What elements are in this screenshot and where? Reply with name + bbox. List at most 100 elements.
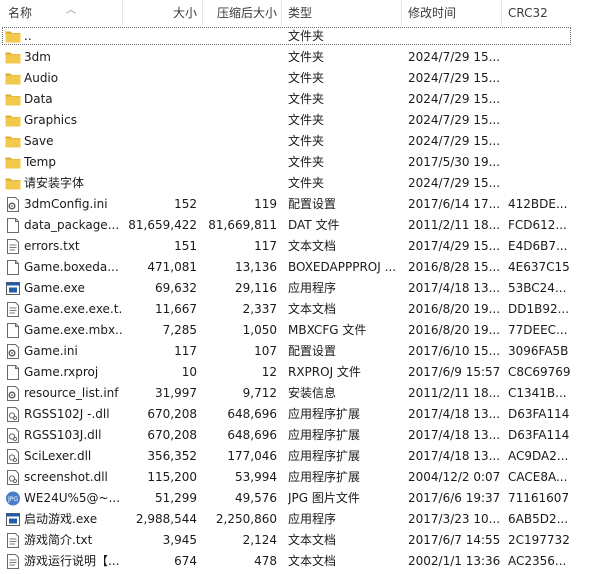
file-modified: 2024/7/29 15...: [408, 71, 500, 85]
file-row[interactable]: Game.rxproj 10 12 RXPROJ 文件 2017/6/9 15:57 C8…: [0, 362, 599, 383]
file-crc: D63FA114: [508, 428, 570, 442]
file-size: 117: [174, 344, 197, 358]
file-row[interactable]: screenshot.dll 115,200 53,994 应用程序扩展 2004/12…: [0, 467, 599, 488]
file-name: Game.exe: [24, 281, 85, 295]
file-compressed-size: 29,116: [235, 281, 277, 295]
file-row[interactable]: data_package... 81,659,422 81,669,811 DAT 文…: [0, 215, 599, 236]
column-divider[interactable]: [501, 0, 502, 26]
file-row[interactable]: resource_list.inf 31,997 9,712 安装信息 2011/2/1…: [0, 383, 599, 404]
folder-icon: [5, 176, 21, 191]
file-row[interactable]: Game.exe.exe.t... 11,667 2,337 文本文档 2016/8/2…: [0, 299, 599, 320]
file-modified: 2017/6/9 15:57: [408, 365, 500, 379]
column-header-compressed[interactable]: 压缩后大小: [202, 0, 277, 26]
file-size: [122, 68, 197, 89]
file-row[interactable]: .. 文件夹: [0, 26, 599, 47]
dll-icon: [5, 407, 21, 422]
file-row[interactable]: Save 文件夹 2024/7/29 15...: [0, 131, 599, 152]
file-compressed-size: [202, 110, 277, 131]
file-modified: 2017/6/6 19:37: [408, 491, 500, 505]
file-size: [122, 110, 197, 131]
file-row[interactable]: 游戏简介.txt 3,945 2,124 文本文档 2017/6/7 14:55 2C19…: [0, 530, 599, 551]
file-type: 文本文档: [288, 554, 337, 568]
file-size: 471,081: [147, 260, 197, 274]
file-row[interactable]: 启动游戏.exe 2,988,544 2,250,860 应用程序 2017/3/23 …: [0, 509, 599, 530]
file-type: 应用程序扩展: [288, 449, 361, 463]
column-divider[interactable]: [401, 0, 402, 26]
file-name: 游戏简介.txt: [24, 533, 93, 547]
file-row[interactable]: Graphics 文件夹 2024/7/29 15...: [0, 110, 599, 131]
file-modified: 2011/2/11 18...: [408, 218, 500, 232]
file-row[interactable]: SciLexer.dll 356,352 177,046 应用程序扩展 2017/4/1…: [0, 446, 599, 467]
file-type: BOXEDAPPPROJ ...: [288, 260, 397, 274]
file-compressed-size: 648,696: [227, 407, 277, 421]
file-row[interactable]: Temp 文件夹 2017/5/30 19...: [0, 152, 599, 173]
file-compressed-size: [202, 173, 277, 194]
column-header-type-label: 类型: [288, 6, 313, 20]
column-header-size[interactable]: 大小: [122, 0, 197, 26]
file-row[interactable]: Game.exe 69,632 29,116 应用程序 2017/4/18 13... 5…: [0, 278, 599, 299]
file-type: RXPROJ 文件: [288, 365, 361, 379]
file-type: 文件夹: [288, 92, 325, 106]
text-file-icon: [5, 239, 21, 254]
file-row[interactable]: 3dmConfig.ini 152 119 配置设置 2017/6/14 17... 41…: [0, 194, 599, 215]
column-divider[interactable]: [281, 0, 282, 26]
file-row[interactable]: RGSS102J -.dll 670,208 648,696 应用程序扩展 2017/4…: [0, 404, 599, 425]
file-type: 应用程序扩展: [288, 470, 361, 484]
file-row[interactable]: 请安装字体 文件夹 2024/7/29 15...: [0, 173, 599, 194]
file-row[interactable]: Game.exe.mbx... 7,285 1,050 MBXCFG 文件 2016/8…: [0, 320, 599, 341]
file-modified: [408, 26, 500, 47]
file-modified: 2017/6/10 15...: [408, 344, 500, 358]
file-type: 配置设置: [288, 197, 337, 211]
file-crc: AC2356...: [508, 554, 567, 568]
file-name: ..: [24, 29, 32, 43]
file-name: 启动游戏.exe: [24, 512, 98, 526]
file-name: Game.exe.exe.t...: [24, 302, 122, 316]
file-crc: [508, 173, 578, 194]
file-compressed-size: [202, 152, 277, 173]
file-row[interactable]: Audio 文件夹 2024/7/29 15...: [0, 68, 599, 89]
column-header-type[interactable]: 类型: [288, 0, 402, 26]
file-row[interactable]: JPG WE24U%5@~... 51,299 49,576 JPG 图片文件 2017/…: [0, 488, 599, 509]
file-modified: 2017/4/18 13...: [408, 407, 500, 421]
file-crc: 77DEEC...: [508, 323, 568, 337]
file-type: 应用程序: [288, 512, 337, 526]
file-row[interactable]: Game.boxeda... 471,081 13,136 BOXEDAPPPROJ …: [0, 257, 599, 278]
column-header-modified[interactable]: 修改时间: [408, 0, 500, 26]
file-name: Graphics: [24, 113, 77, 127]
file-name: data_package...: [24, 218, 120, 232]
file-name: resource_list.inf: [24, 386, 119, 400]
file-crc: [508, 131, 578, 152]
file-name: 3dmConfig.ini: [24, 197, 108, 211]
file-row[interactable]: Game.ini 117 107 配置设置 2017/6/10 15... 3096FA5…: [0, 341, 599, 362]
file-compressed-size: [202, 26, 277, 47]
file-type: 应用程序扩展: [288, 428, 361, 442]
file-modified: 2024/7/29 15...: [408, 50, 500, 64]
column-header-crc[interactable]: CRC32: [508, 0, 578, 26]
file-row[interactable]: RGSS103J.dll 670,208 648,696 应用程序扩展 2017/4/1…: [0, 425, 599, 446]
file-name: SciLexer.dll: [24, 449, 92, 463]
file-size: 7,285: [162, 323, 197, 337]
file-modified: 2017/6/7 14:55: [408, 533, 500, 547]
file-type: 文本文档: [288, 239, 337, 253]
file-modified: 2011/2/11 18...: [408, 386, 500, 400]
file-row[interactable]: 游戏运行说明【... 674 478 文本文档 2002/1/1 13:36 AC2356…: [0, 551, 599, 572]
settings-file-icon: [5, 344, 21, 359]
file-row[interactable]: 3dm 文件夹 2024/7/29 15...: [0, 47, 599, 68]
file-size: 11,667: [155, 302, 197, 316]
file-name: 3dm: [24, 50, 51, 64]
file-name: Save: [24, 134, 54, 148]
file-name: Data: [24, 92, 53, 106]
file-type: 文件夹: [288, 134, 325, 148]
file-size: 670,208: [147, 428, 197, 442]
file-crc: [508, 110, 578, 131]
settings-file-icon: [5, 386, 21, 401]
file-size: [122, 47, 197, 68]
file-row[interactable]: errors.txt 151 117 文本文档 2017/4/29 15... E4D6B…: [0, 236, 599, 257]
column-header-name[interactable]: 名称 ︿: [8, 0, 122, 26]
file-name: Game.boxeda...: [24, 260, 119, 274]
file-compressed-size: 9,712: [242, 386, 277, 400]
file-row[interactable]: Data 文件夹 2024/7/29 15...: [0, 89, 599, 110]
file-compressed-size: 2,250,860: [215, 512, 277, 526]
file-modified: 2017/4/18 13...: [408, 428, 500, 442]
sort-ascending-icon: ︿: [66, 5, 76, 16]
